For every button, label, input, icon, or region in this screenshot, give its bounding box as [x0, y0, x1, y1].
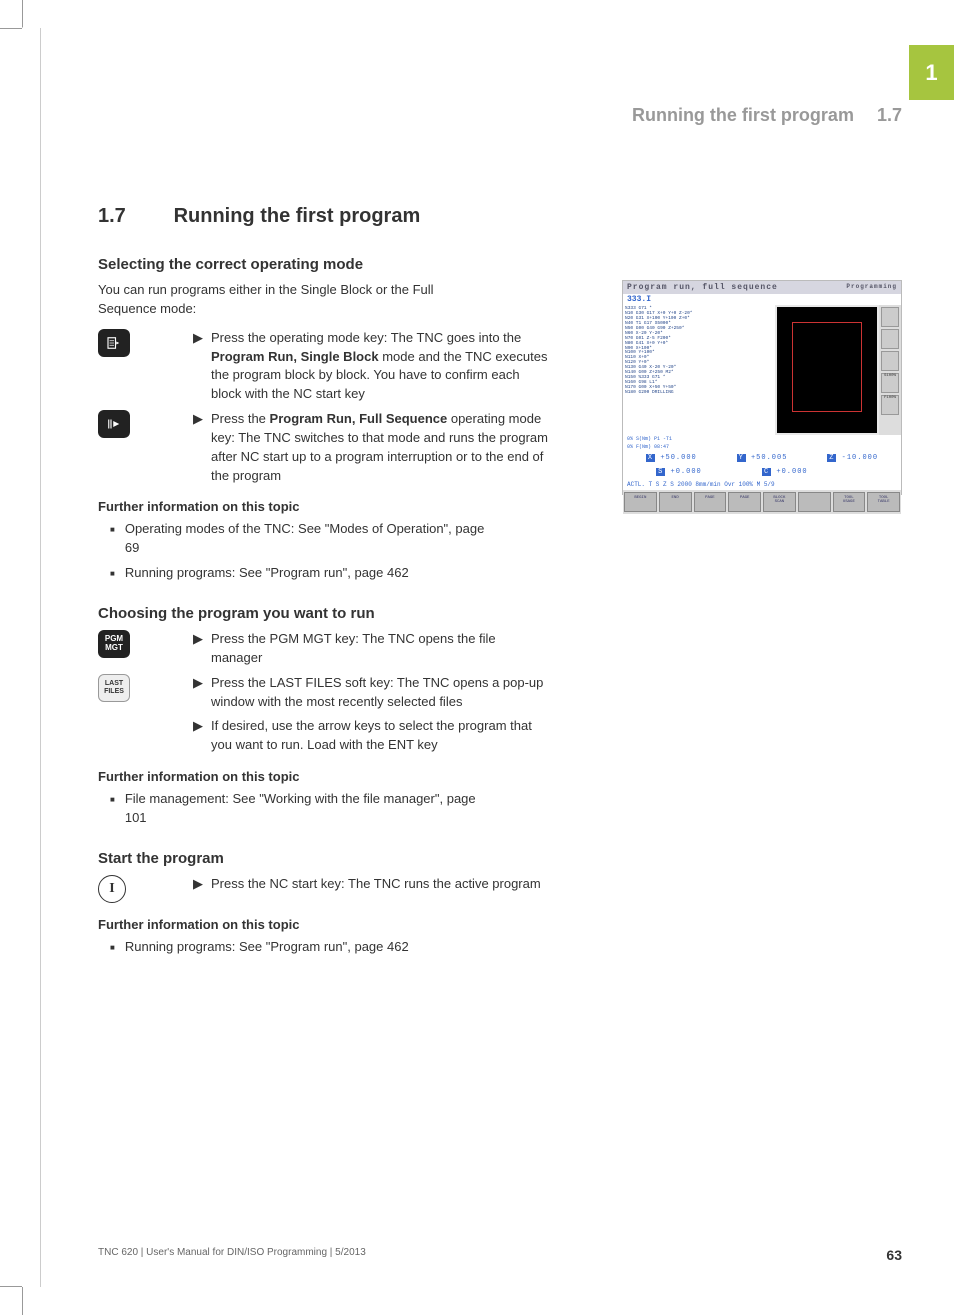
- instruction-text: Press the LAST FILES soft key: The TNC o…: [211, 674, 548, 712]
- subsection-heading: Selecting the correct operating mode: [98, 256, 858, 273]
- arrow-icon: ▶: [193, 410, 203, 485]
- arrow-icon: ▶: [193, 630, 203, 668]
- ss-program-listing: %333 G71 * N10 G30 G17 X+0 Y+0 Z-20* N20…: [623, 305, 775, 435]
- full-sequence-key-icon: [98, 410, 130, 438]
- ss-graphics-preview: [777, 307, 877, 433]
- last-files-softkey-icon: LAST FILES: [98, 674, 130, 702]
- further-info-heading: Further information on this topic: [98, 917, 858, 932]
- crop-mark: [22, 0, 42, 28]
- section-number: 1.7: [98, 205, 168, 228]
- chapter-tab: 1: [909, 45, 954, 100]
- list-item: ■ Running programs: See "Program run", p…: [98, 938, 498, 957]
- list-item-text: Running programs: See "Program run", pag…: [125, 938, 409, 957]
- ss-title-text: Program run, full sequence: [627, 283, 778, 292]
- page-number: 63: [886, 1247, 902, 1263]
- instruction-text: Press the NC start key: The TNC runs the…: [211, 875, 541, 903]
- ss-titlebar: Program run, full sequence Programming: [623, 281, 901, 294]
- ss-softkey: END: [659, 492, 692, 512]
- list-item: ■ File management: See "Working with the…: [98, 790, 498, 828]
- bullet-icon: ■: [110, 938, 115, 957]
- arrow-icon: ▶: [193, 674, 203, 712]
- instruction-text: Press the PGM MGT key: The TNC opens the…: [211, 630, 548, 668]
- arrow-icon: ▶: [193, 875, 203, 903]
- ss-side-button: S100%: [881, 373, 899, 393]
- instruction-row: I ▶ Press the NC start key: The TNC runs…: [98, 875, 548, 903]
- list-item-text: Running programs: See "Program run", pag…: [125, 564, 409, 583]
- ss-softkey: TOOL USAGE: [833, 492, 866, 512]
- list-item: ■ Operating modes of the TNC: See "Modes…: [98, 520, 498, 558]
- crop-mark: [0, 28, 22, 29]
- crop-mark: [0, 1286, 22, 1287]
- ss-sidebar: S100% F100%: [879, 305, 901, 435]
- paragraph: You can run programs either in the Singl…: [98, 281, 488, 319]
- page-footer: TNC 620 | User's Manual for DIN/ISO Prog…: [98, 1247, 902, 1263]
- running-head: Running the first program 1.7: [632, 105, 902, 126]
- bullet-icon: ■: [110, 564, 115, 583]
- ss-position-display: S +0.000 C +0.000: [623, 465, 901, 479]
- instruction-text: Press the Program Run, Full Sequence ope…: [211, 410, 548, 485]
- arrow-icon: ▶: [193, 329, 203, 404]
- list-item-text: Operating modes of the TNC: See "Modes o…: [125, 520, 498, 558]
- instruction-text: If desired, use the arrow keys to select…: [211, 717, 548, 755]
- list-item-text: File management: See "Working with the f…: [125, 790, 498, 828]
- ss-status-line: ACTL. T S Z S 2000 8mm/min Ovr 100% M 5/…: [623, 479, 901, 490]
- instruction-text: Press the operating mode key: The TNC go…: [211, 329, 548, 404]
- pgm-mgt-key-icon: PGM MGT: [98, 630, 130, 658]
- single-block-key-icon: [98, 329, 130, 357]
- ss-softkey: BLOCK SCAN: [763, 492, 796, 512]
- section-heading: 1.7 Running the first program: [98, 205, 858, 228]
- arrow-icon: ▶: [193, 717, 203, 755]
- running-head-title: Running the first program: [632, 105, 854, 125]
- ss-softkey: PAGE: [728, 492, 761, 512]
- ss-filename: 333.I: [623, 294, 901, 305]
- bullet-icon: ■: [110, 790, 115, 828]
- ss-mode-text: Programming: [846, 283, 897, 292]
- instruction-row: PGM MGT ▶ Press the PGM MGT key: The TNC…: [98, 630, 548, 668]
- section-title: Running the first program: [174, 205, 421, 227]
- ss-side-button: [881, 351, 899, 371]
- ss-side-button: [881, 307, 899, 327]
- ss-info-line: 0% S(Nm) P1 -T1: [623, 435, 901, 443]
- instruction-row: ▶ Press the Program Run, Full Sequence o…: [98, 410, 548, 485]
- instruction-row: ▶ If desired, use the arrow keys to sele…: [98, 717, 548, 755]
- instruction-row: ▶ Press the operating mode key: The TNC …: [98, 329, 548, 404]
- gutter-line: [40, 28, 41, 1287]
- ss-softkey-row: BEGIN END PAGE PAGE BLOCK SCAN TOOL USAG…: [623, 490, 901, 514]
- subsection-heading: Start the program: [98, 850, 858, 867]
- ss-side-button: F100%: [881, 395, 899, 415]
- ss-side-button: [881, 329, 899, 349]
- nc-start-key-icon: I: [98, 875, 126, 903]
- further-info-heading: Further information on this topic: [98, 769, 858, 784]
- subsection-heading: Choosing the program you want to run: [98, 605, 858, 622]
- ss-softkey: PAGE: [694, 492, 727, 512]
- crop-mark: [22, 1287, 23, 1315]
- ss-position-display: X +50.000 Y +50.005 Z -10.000: [623, 451, 901, 465]
- running-head-section: 1.7: [877, 105, 902, 125]
- tnc-screenshot: Program run, full sequence Programming 3…: [622, 280, 902, 495]
- list-item: ■ Running programs: See "Program run", p…: [98, 564, 498, 583]
- footer-text: TNC 620 | User's Manual for DIN/ISO Prog…: [98, 1247, 366, 1263]
- ss-softkey: TOOL TABLE: [867, 492, 900, 512]
- bullet-icon: ■: [110, 520, 115, 558]
- instruction-row: LAST FILES ▶ Press the LAST FILES soft k…: [98, 674, 548, 712]
- ss-softkey: [798, 492, 831, 512]
- ss-softkey: BEGIN: [624, 492, 657, 512]
- ss-info-line: 0% F(Nm) 08:47: [623, 443, 901, 451]
